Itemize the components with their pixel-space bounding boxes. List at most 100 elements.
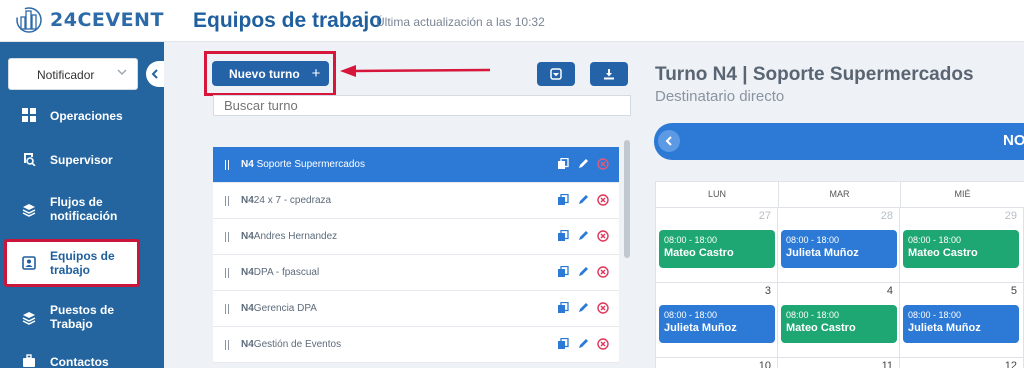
event-time: 08:00 - 18:00 [908, 310, 962, 320]
sidebar-item-label: Flujos de notificación [50, 195, 118, 223]
sidebar-item-contactos[interactable]: Contactos [0, 350, 164, 368]
sidebar-item-equipos[interactable]: Equipos de trabajo [4, 239, 140, 287]
turn-label: N4 Soporte Supermercados [241, 159, 365, 170]
edit-pencil-icon[interactable] [577, 338, 589, 350]
shift-event[interactable]: 08:00 - 18:00 Mateo Castro [781, 305, 897, 343]
edit-pencil-icon[interactable] [577, 266, 589, 278]
calendar-prev-button[interactable] [658, 130, 680, 152]
logo-text: 24CEVENT [50, 9, 164, 31]
row-actions [557, 230, 609, 242]
turn-name: Gestión de Eventos [253, 339, 342, 350]
delete-circle-icon[interactable] [597, 266, 609, 278]
day-header: LUN [707, 189, 726, 199]
search-input[interactable] [213, 95, 631, 116]
supervisor-icon [24, 153, 36, 166]
logo[interactable]: 24CEVENT [14, 7, 164, 33]
edit-pencil-icon[interactable] [577, 230, 589, 242]
drag-handle-icon[interactable] [225, 340, 229, 350]
shift-event[interactable]: 08:00 - 18:00 Julieta Muñoz [659, 305, 775, 343]
list-item[interactable]: N4 Soporte Supermercados [213, 147, 619, 183]
calendar-day-cell[interactable]: 3 08:00 - 18:00 Julieta Muñoz [656, 282, 778, 357]
edit-pencil-icon[interactable] [577, 194, 589, 206]
day-number: 10 [758, 360, 771, 368]
turn-code: N4 [241, 267, 254, 278]
list-item[interactable]: N424 x 7 - cpedraza [213, 183, 619, 219]
delete-circle-icon[interactable] [597, 302, 609, 314]
turn-label: N424 x 7 - cpedraza [241, 195, 331, 206]
grid-icon [22, 108, 36, 122]
download-button[interactable] [590, 62, 628, 86]
turn-code: N4 [241, 303, 254, 314]
delete-circle-icon[interactable] [597, 230, 609, 242]
day-header: MIÉ [900, 181, 1024, 207]
shift-event[interactable]: 08:00 - 18:00 Julieta Muñoz [903, 305, 1019, 343]
delete-circle-icon[interactable] [597, 194, 609, 206]
sidebar-item-flujos[interactable]: Flujos de notificación [0, 192, 164, 228]
list-scrollbar[interactable] [624, 140, 630, 258]
sidebar-item-label: Supervisor [50, 153, 113, 167]
copy-icon[interactable] [557, 266, 569, 278]
drag-handle-icon[interactable] [225, 232, 229, 242]
new-turn-label: Nuevo turno [229, 66, 300, 81]
sidebar-item-puestos[interactable]: Puestos de Trabajo [0, 300, 164, 336]
list-item[interactable]: N4Gerencia DPA [213, 291, 619, 327]
calendar-day-cell[interactable]: 12 [900, 357, 1024, 368]
copy-icon[interactable] [557, 302, 569, 314]
day-number: 29 [1004, 210, 1017, 222]
pointer-arrow-icon [340, 65, 491, 77]
turn-code: N4 [241, 339, 254, 350]
day-number: 5 [1010, 285, 1017, 297]
last-update-text: Última actualización a las 10:32 [376, 15, 545, 29]
copy-icon[interactable] [557, 338, 569, 350]
sidebar-item-supervisor[interactable]: Supervisor [0, 144, 164, 174]
calendar-day-cell[interactable]: 28 08:00 - 18:00 Julieta Muñoz [778, 207, 900, 282]
delete-circle-icon[interactable] [597, 158, 609, 170]
sidebar-item-operaciones[interactable]: Operaciones [0, 100, 164, 130]
calendar-day-cell[interactable]: 5 08:00 - 18:00 Julieta Muñoz [900, 282, 1024, 357]
calendar-day-cell[interactable]: 4 08:00 - 18:00 Mateo Castro [778, 282, 900, 357]
delete-circle-icon[interactable] [597, 338, 609, 350]
calendar-day-cell[interactable]: 27 08:00 - 18:00 Mateo Castro [656, 207, 778, 282]
sidebar-item-label: Equipos de trabajo [50, 249, 115, 277]
drag-handle-icon[interactable] [225, 268, 229, 278]
day-number: 12 [1004, 360, 1017, 368]
event-time: 08:00 - 18:00 [786, 310, 840, 320]
turn-name: Gerencia DPA [253, 303, 317, 314]
copy-icon[interactable] [557, 194, 569, 206]
drag-handle-icon[interactable] [225, 304, 229, 314]
shift-event[interactable]: 08:00 - 18:00 Mateo Castro [659, 230, 775, 268]
list-item[interactable]: N4DPA - fpascual [213, 255, 619, 291]
calendar-month-label: NO [1003, 132, 1024, 149]
calendar-day-cell[interactable]: 10 [656, 357, 778, 368]
list-item[interactable]: N4Gestión de Eventos [213, 327, 619, 363]
drag-handle-icon[interactable] [225, 196, 229, 206]
shift-event[interactable]: 08:00 - 18:00 Julieta Muñoz [781, 230, 897, 268]
turn-name: Soporte Supermercados [256, 159, 365, 170]
copy-icon[interactable] [557, 230, 569, 242]
collapse-sidebar-button[interactable] [146, 61, 164, 87]
role-select-value: Notificador [37, 68, 95, 82]
turn-list: N4 Soporte Supermercados N424 x 7 - cped… [213, 147, 619, 368]
list-item[interactable]: N4Andres Hernandez [213, 219, 619, 255]
edit-pencil-icon[interactable] [577, 158, 589, 170]
event-person: Mateo Castro [908, 247, 978, 259]
copy-icon[interactable] [557, 158, 569, 170]
turn-code: N4 [241, 159, 254, 170]
calendar-day-cell[interactable]: 11 [778, 357, 900, 368]
turn-code: N4 [241, 195, 254, 206]
event-person: Julieta Muñoz [908, 322, 981, 334]
edit-pencil-icon[interactable] [577, 302, 589, 314]
role-select[interactable]: Notificador [8, 58, 138, 90]
turn-name: Andres Hernandez [253, 231, 338, 242]
calendar-day-cell[interactable]: 29 08:00 - 18:00 Mateo Castro [900, 207, 1024, 282]
sidebar-item-label: Puestos de Trabajo [50, 303, 115, 331]
turn-code: N4 [241, 231, 254, 242]
shift-event[interactable]: 08:00 - 18:00 Mateo Castro [903, 230, 1019, 268]
new-turn-button[interactable]: Nuevo turno + [212, 61, 329, 86]
filter-button[interactable] [537, 62, 575, 86]
chevron-left-icon [665, 136, 672, 146]
turn-label: N4DPA - fpascual [241, 267, 319, 278]
drag-handle-icon[interactable] [225, 160, 229, 170]
turn-label: N4Andres Hernandez [241, 231, 337, 242]
layers-icon [22, 204, 36, 217]
